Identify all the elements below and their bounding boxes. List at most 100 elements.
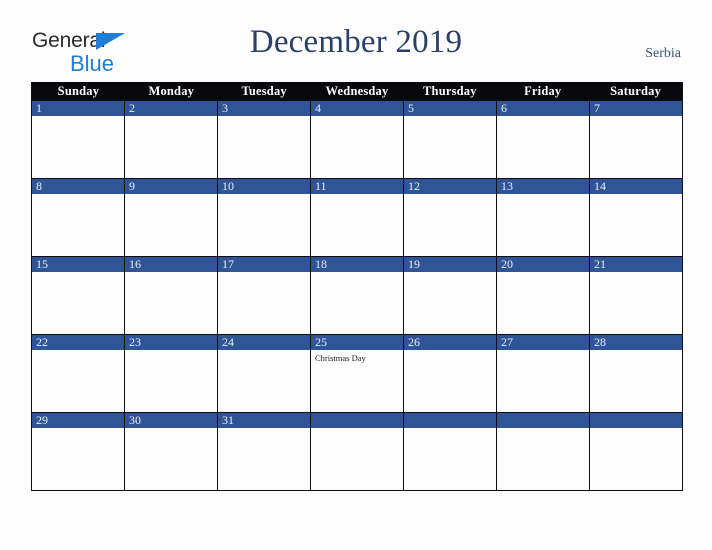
calendar-weeks: 1 2 3 4 5 6 7 8 9 10 11 12 13 14 15 16 17 18 19 20 21 22 23 24 2… (32, 101, 682, 490)
calendar-day-events (218, 116, 310, 178)
calendar-day-number (590, 413, 682, 428)
calendar-day-number: 5 (404, 101, 496, 116)
calendar-day-cell[interactable]: 4 (310, 101, 403, 178)
calendar-day-cell[interactable]: 22 (32, 335, 124, 412)
calendar-day-cell[interactable]: 18 (310, 257, 403, 334)
calendar-day-cell[interactable]: 20 (496, 257, 589, 334)
country-label: Serbia (645, 46, 681, 61)
calendar-day-cell[interactable]: 25 Christmas Day (310, 335, 403, 412)
calendar-day-events (311, 116, 403, 178)
calendar-day-events (497, 194, 589, 256)
calendar-day-cell[interactable] (310, 413, 403, 490)
calendar-day-cell[interactable]: 31 (217, 413, 310, 490)
calendar-day-events (497, 428, 589, 490)
calendar-day-number: 1 (32, 101, 124, 116)
calendar-day-cell[interactable]: 8 (32, 179, 124, 256)
calendar-day-number: 7 (590, 101, 682, 116)
calendar-day-number: 21 (590, 257, 682, 272)
calendar-day-cell[interactable]: 15 (32, 257, 124, 334)
calendar-day-events (32, 428, 124, 490)
calendar-day-number: 2 (125, 101, 217, 116)
calendar-day-events (32, 194, 124, 256)
calendar-week-row: 15 16 17 18 19 20 21 (32, 256, 682, 334)
calendar-day-events (590, 428, 682, 490)
calendar-day-cell[interactable]: 27 (496, 335, 589, 412)
calendar-day-number: 26 (404, 335, 496, 350)
calendar-day-cell[interactable]: 1 (32, 101, 124, 178)
calendar-day-cell[interactable]: 19 (403, 257, 496, 334)
calendar-grid: Sunday Monday Tuesday Wednesday Thursday… (31, 82, 683, 491)
calendar-day-events (311, 272, 403, 334)
calendar-day-number: 22 (32, 335, 124, 350)
calendar-day-cell[interactable]: 5 (403, 101, 496, 178)
calendar-day-cell[interactable]: 14 (589, 179, 682, 256)
calendar-day-events (590, 350, 682, 412)
weekday-header-thursday: Thursday (423, 84, 477, 98)
calendar-day-events (311, 194, 403, 256)
calendar-day-cell[interactable]: 7 (589, 101, 682, 178)
calendar-day-cell[interactable]: 21 (589, 257, 682, 334)
calendar-day-events (218, 350, 310, 412)
calendar-day-cell[interactable]: 24 (217, 335, 310, 412)
calendar-day-events (404, 350, 496, 412)
calendar-day-number: 9 (125, 179, 217, 194)
calendar-page: General Blue December 2019 Serbia Sunday… (0, 0, 712, 550)
calendar-day-cell[interactable]: 12 (403, 179, 496, 256)
calendar-day-cell[interactable]: 6 (496, 101, 589, 178)
calendar-week-row: 1234567 (32, 101, 682, 178)
calendar-day-number: 30 (125, 413, 217, 428)
calendar-day-number: 23 (125, 335, 217, 350)
calendar-day-cell[interactable] (589, 413, 682, 490)
calendar-day-cell[interactable]: 28 (589, 335, 682, 412)
weekday-header-tuesday: Tuesday (241, 84, 287, 98)
calendar-day-number: 28 (590, 335, 682, 350)
calendar-week-row: 29 30 31 (32, 412, 682, 490)
calendar-day-number: 20 (497, 257, 589, 272)
weekday-header-saturday: Saturday (610, 84, 662, 98)
calendar-day-cell[interactable]: 2 (124, 101, 217, 178)
calendar-day-events (404, 116, 496, 178)
calendar-day-cell[interactable]: 16 (124, 257, 217, 334)
calendar-day-cell[interactable]: 3 (217, 101, 310, 178)
calendar-day-number (311, 413, 403, 428)
calendar-day-events (404, 428, 496, 490)
calendar-day-number: 31 (218, 413, 310, 428)
calendar-day-cell[interactable] (403, 413, 496, 490)
calendar-day-events (497, 272, 589, 334)
calendar-day-number: 15 (32, 257, 124, 272)
page-header: General Blue December 2019 Serbia (0, 0, 712, 82)
calendar-day-number: 13 (497, 179, 589, 194)
calendar-day-events (125, 350, 217, 412)
calendar-day-number: 24 (218, 335, 310, 350)
weekday-header-row: Sunday Monday Tuesday Wednesday Thursday… (32, 82, 682, 101)
calendar-day-events (497, 350, 589, 412)
calendar-day-cell[interactable]: 9 (124, 179, 217, 256)
calendar-week-row: 8 9 10 11 12 13 14 (32, 178, 682, 256)
calendar-day-cell[interactable]: 13 (496, 179, 589, 256)
calendar-day-events (497, 116, 589, 178)
calendar-day-number: 14 (590, 179, 682, 194)
calendar-day-events (218, 272, 310, 334)
calendar-day-cell[interactable] (496, 413, 589, 490)
calendar-day-cell[interactable]: 17 (217, 257, 310, 334)
calendar-day-number: 3 (218, 101, 310, 116)
calendar-day-number: 27 (497, 335, 589, 350)
calendar-day-cell[interactable]: 23 (124, 335, 217, 412)
calendar-day-number: 19 (404, 257, 496, 272)
calendar-day-events (32, 116, 124, 178)
calendar-day-events (590, 272, 682, 334)
calendar-day-events (590, 116, 682, 178)
calendar-day-number: 4 (311, 101, 403, 116)
calendar-day-events (590, 194, 682, 256)
calendar-day-number: 10 (218, 179, 310, 194)
calendar-day-cell[interactable]: 26 (403, 335, 496, 412)
calendar-day-number: 25 (311, 335, 403, 350)
calendar-day-events (125, 194, 217, 256)
calendar-day-number: 8 (32, 179, 124, 194)
calendar-day-cell[interactable]: 10 (217, 179, 310, 256)
calendar-day-events (125, 428, 217, 490)
calendar-day-number: 16 (125, 257, 217, 272)
calendar-day-cell[interactable]: 29 (32, 413, 124, 490)
calendar-day-cell[interactable]: 30 (124, 413, 217, 490)
calendar-day-cell[interactable]: 11 (310, 179, 403, 256)
